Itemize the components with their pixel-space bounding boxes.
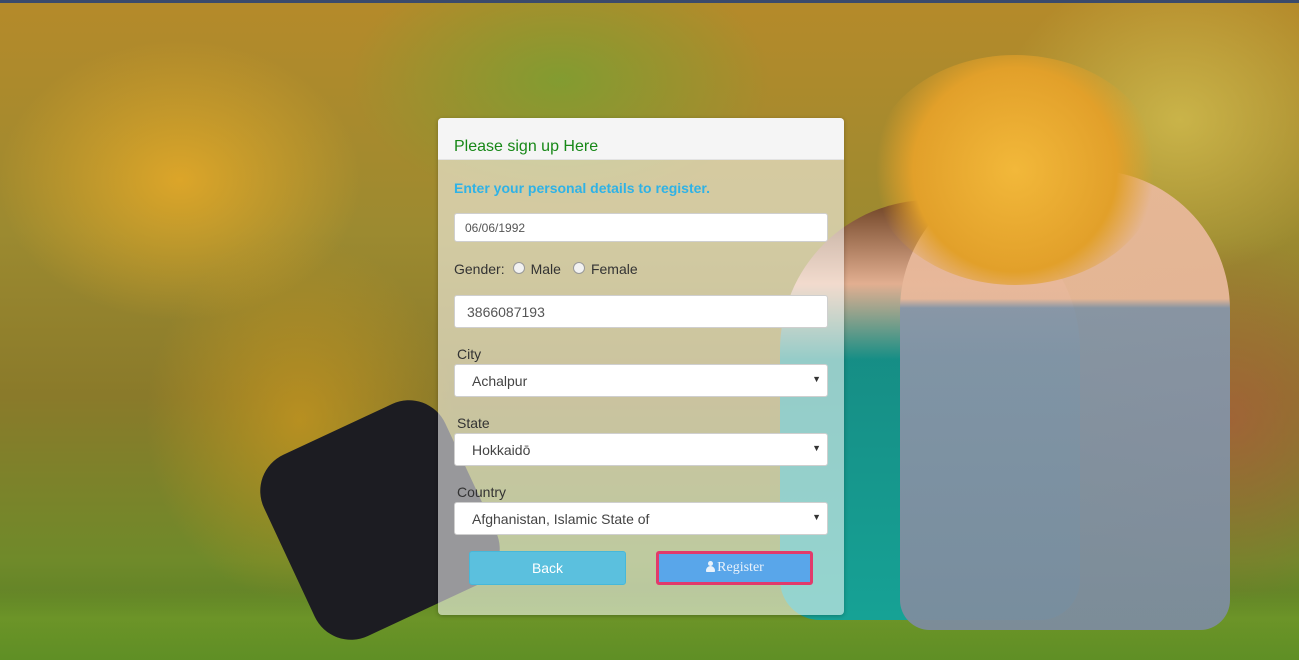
phone-input[interactable] [454,295,828,328]
country-selected: Afghanistan, Islamic State of [472,511,650,527]
gender-option-male[interactable]: Male [505,261,561,277]
gender-label: Gender: [454,261,505,277]
country-label: Country [457,484,507,500]
register-button[interactable]: Register [656,551,813,585]
city-label: City [457,346,482,362]
state-selected: Hokkaidō [472,442,531,458]
country-select[interactable]: Afghanistan, Islamic State of ▼ [454,502,828,535]
signup-panel: Please sign up Here Enter your personal … [438,118,844,615]
male-label: Male [530,261,561,277]
city-selected: Achalpur [472,373,528,389]
back-button[interactable]: Back [469,551,626,585]
gender-group: Gender: Male Female [454,261,638,277]
chevron-down-icon: ▼ [812,374,821,384]
user-icon [705,561,716,572]
leaf-crown [870,55,1160,285]
chevron-down-icon: ▼ [812,512,821,522]
form-subtitle: Enter your personal details to register. [454,180,710,196]
city-select[interactable]: Achalpur ▼ [454,364,828,397]
gender-option-female[interactable]: Female [561,261,638,277]
panel-header: Please sign up Here [438,118,844,160]
panel-title: Please sign up Here [454,138,599,155]
male-radio[interactable] [512,262,525,274]
register-label: Register [717,560,764,575]
state-select[interactable]: Hokkaidō ▼ [454,433,828,466]
dob-input[interactable] [454,213,828,242]
chevron-down-icon: ▼ [812,443,821,453]
female-label: Female [590,261,638,277]
female-radio[interactable] [572,262,585,274]
top-border [0,0,1299,3]
state-label: State [457,415,490,431]
